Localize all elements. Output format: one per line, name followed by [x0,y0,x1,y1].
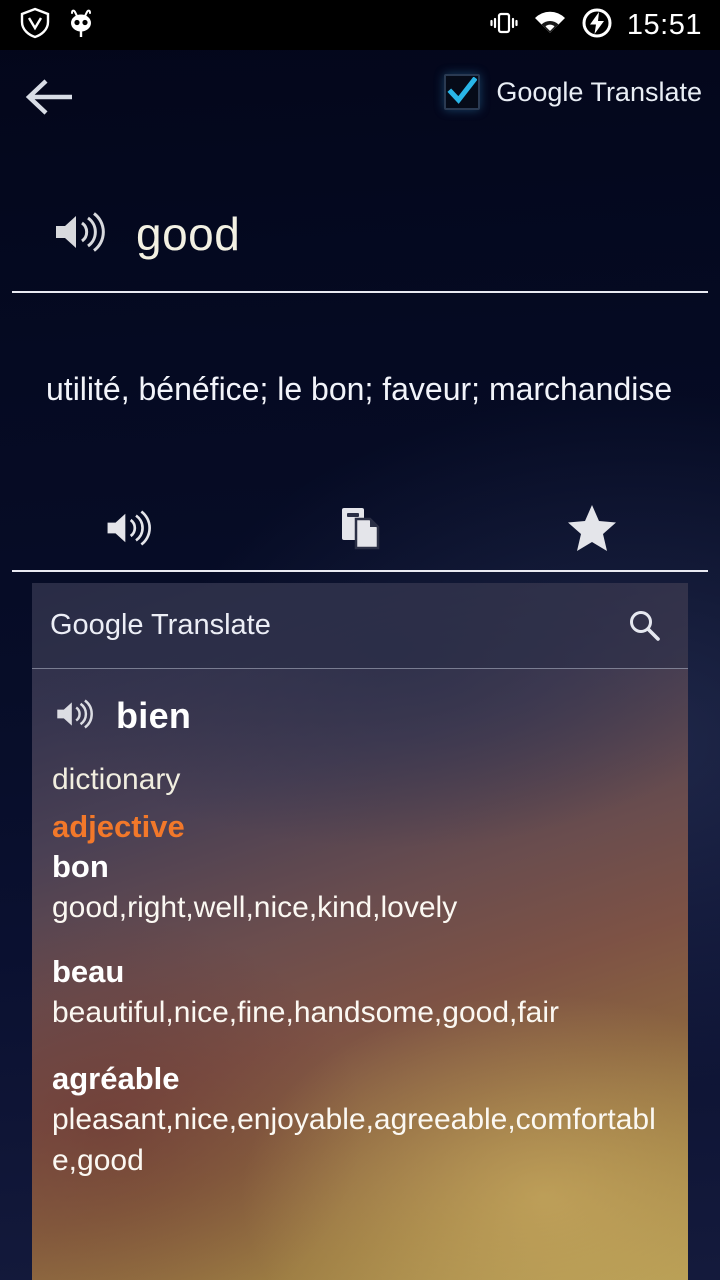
checkbox-checked-icon[interactable] [444,74,481,110]
result-word-text: bien [116,695,192,736]
divider-bottom [12,570,708,572]
status-bar-left-icons [0,7,96,44]
speaker-icon[interactable] [52,210,106,259]
cyanogenmod-icon [66,7,96,44]
speaker-icon [104,508,152,553]
card-header[interactable]: Google Translate [32,583,688,669]
entry-synonyms: pleasant,nice,enjoyable,agreeable,comfor… [52,1103,656,1177]
star-icon [566,503,618,558]
entry-word: beau [52,954,125,989]
vibrate-icon [489,8,519,43]
entry-synonyms: good,right,well,nice,kind,lovely [52,891,458,924]
action-icon-row [12,498,708,562]
copy-icon [339,505,381,556]
dictionary-section-label: dictionary [52,763,181,796]
status-bar-right-icons: 15:51 [489,7,720,44]
entry-synonyms: beautiful,nice,fine,handsome,good,fair [52,996,560,1029]
speak-action-button[interactable] [12,508,244,553]
battery-charging-icon [581,7,613,44]
card-body: bien dictionary adjective bon good,right… [32,669,688,1181]
action-bar: Google Translate [0,50,720,145]
card-title: Google Translate [50,609,271,641]
wifi-icon [533,9,567,42]
entry-word: agréable [52,1061,180,1096]
dictionary-entry: beau beautiful,nice,fine,handsome,good,f… [50,952,670,1033]
headword-row: good [0,190,720,278]
translation-text: utilité, bénéfice; le bon; faveur; march… [46,371,673,407]
status-bar-clock: 15:51 [626,8,702,41]
divider-top [12,291,708,293]
translate-result-card: Google Translate bien dictionary adjecti… [32,583,688,1280]
result-word-row[interactable]: bien [54,695,670,737]
dictionary-entry: bon good,right,well,nice,kind,lovely [50,847,670,928]
copy-action-button[interactable] [244,505,476,556]
entry-word: bon [52,849,109,884]
back-arrow-icon[interactable] [24,74,76,120]
app-screen: 15:51 Google Translate good utilité, bén… [0,0,720,1280]
favorite-action-button[interactable] [476,503,708,558]
headword-text: good [136,208,241,260]
shield-icon [20,7,50,44]
status-bar: 15:51 [0,0,720,50]
google-translate-toggle[interactable]: Google Translate [444,74,702,110]
speaker-icon[interactable] [54,698,94,735]
google-translate-toggle-label: Google Translate [496,76,702,107]
dictionary-entry: agréable pleasant,nice,enjoyable,agreeab… [50,1059,670,1181]
search-icon[interactable] [626,608,662,644]
part-of-speech-label: adjective [52,809,185,844]
